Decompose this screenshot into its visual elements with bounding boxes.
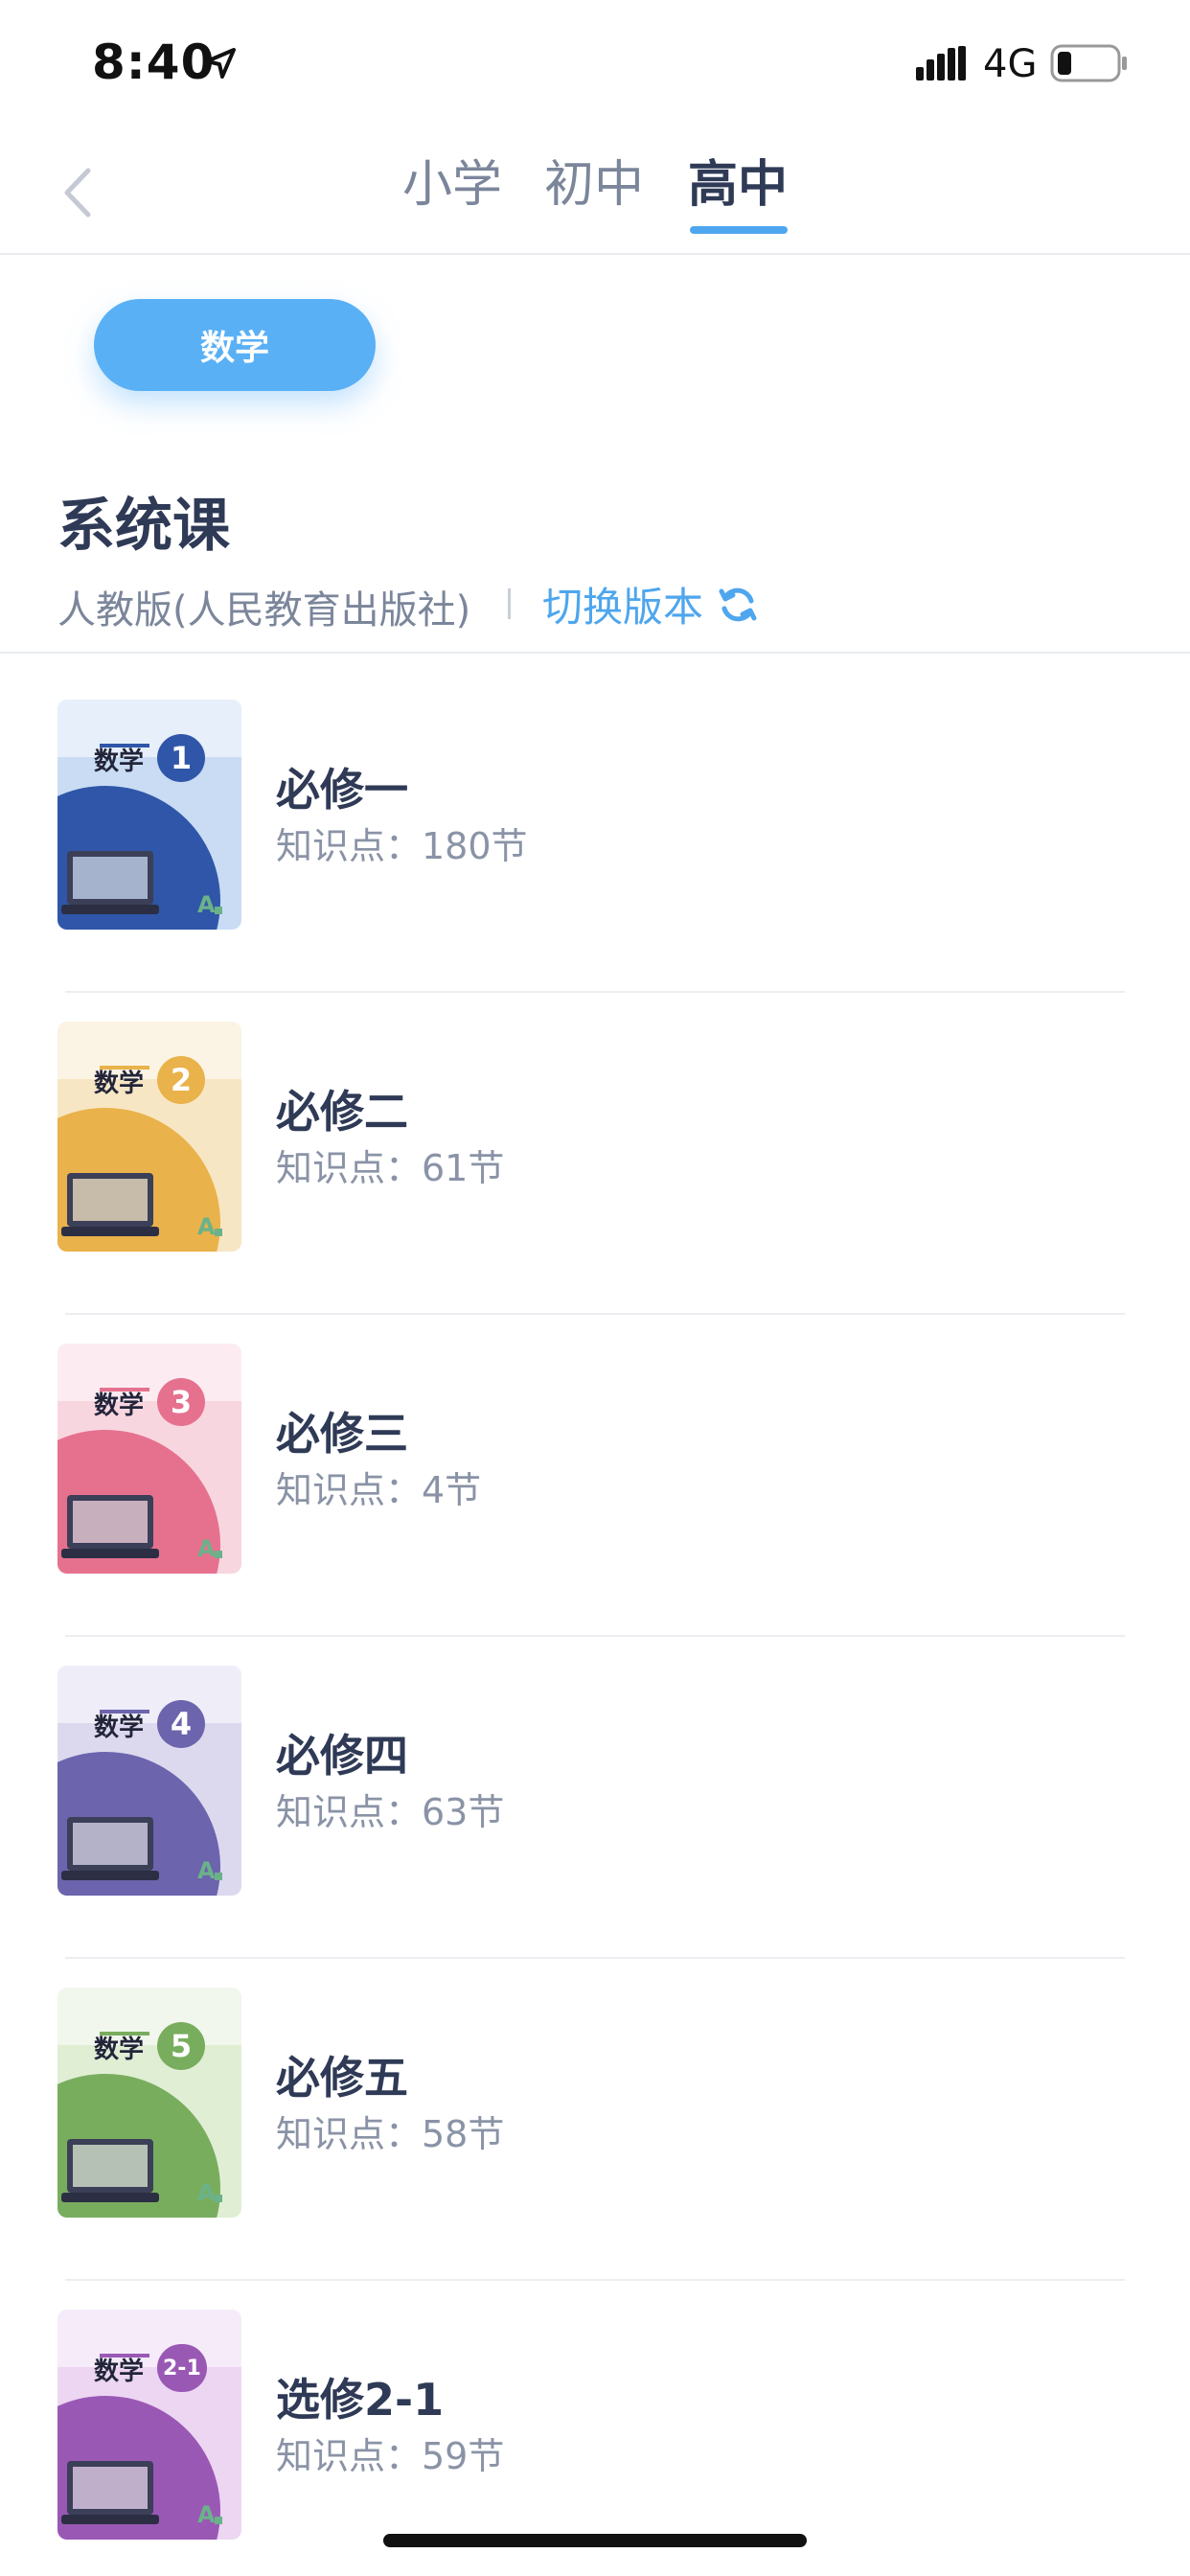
status-time: 8:40	[92, 34, 216, 90]
course-title: 必修四	[276, 1730, 408, 1782]
course-title: 必修一	[276, 764, 408, 816]
course-cover-image: 数学 3 A	[57, 1344, 241, 1574]
cover-volume-badge: 3	[157, 1378, 205, 1426]
course-row[interactable]: 数学 2 A 必修二知识点：61节	[0, 993, 1190, 1315]
tab-junior-high[interactable]: 初中	[544, 144, 644, 216]
course-knowledge-count: 知识点：4节	[276, 1469, 482, 1511]
cover-subject-label: 数学	[94, 1070, 145, 1098]
cover-subject-label: 数学	[94, 2358, 145, 2386]
network-type: 4G	[983, 42, 1038, 86]
cover-publisher-mark: A	[197, 1535, 216, 1562]
course-cover-image: 数学 1 A	[57, 700, 241, 930]
course-title: 选修2-1	[276, 2374, 445, 2426]
course-row[interactable]: 数学 1 A 必修一知识点：180节	[0, 671, 1190, 993]
course-cover-image: 数学 2 A	[57, 1022, 241, 1252]
course-title: 必修二	[276, 1086, 408, 1138]
cover-volume-badge: 5	[157, 2022, 205, 2070]
course-knowledge-count: 知识点：180节	[276, 825, 528, 867]
switch-edition-button[interactable]: 切换版本	[542, 575, 759, 633]
back-chevron-icon[interactable]	[57, 163, 98, 222]
cover-subject-label: 数学	[94, 748, 145, 776]
course-title: 必修三	[276, 1408, 408, 1460]
edition-separator	[508, 588, 511, 619]
active-tab-indicator	[690, 226, 788, 234]
status-bar: 8:40 4G	[0, 0, 1190, 125]
cover-subject-label: 数学	[94, 1392, 145, 1420]
edition-label: 人教版(人民教育出版社)	[57, 588, 471, 632]
cover-subject-label: 数学	[94, 1714, 145, 1742]
subject-chip-math[interactable]: 数学	[94, 299, 376, 391]
section-title: 系统课	[57, 493, 230, 560]
course-row[interactable]: 数学 2-1 A 选修2-1 知识点：59节	[0, 2281, 1190, 2576]
cover-volume-badge: 4	[157, 1700, 205, 1748]
cover-publisher-mark: A	[197, 2179, 216, 2206]
course-knowledge-count: 知识点：59节	[276, 2435, 505, 2477]
switch-edition-label: 切换版本	[542, 584, 704, 631]
cover-volume-badge: 2-1	[157, 2344, 207, 2392]
course-knowledge-count: 知识点：61节	[276, 1147, 505, 1189]
tab-primary-school[interactable]: 小学	[402, 144, 502, 216]
course-cover-image: 数学 5 A	[57, 1988, 241, 2218]
course-cover-image: 数学 4 A	[57, 1666, 241, 1896]
cover-subject-label: 数学	[94, 2036, 145, 2064]
refresh-icon	[719, 587, 757, 621]
course-knowledge-count: 知识点：63节	[276, 1791, 505, 1833]
cover-volume-badge: 2	[157, 1056, 205, 1104]
course-cover-image: 数学 2-1 A	[57, 2310, 241, 2540]
home-indicator	[383, 2534, 807, 2547]
signal-icon	[916, 46, 966, 80]
section-divider	[0, 652, 1190, 654]
cover-publisher-mark: A	[197, 1213, 216, 1240]
battery-icon	[1050, 44, 1127, 82]
course-row[interactable]: 数学 5 A 必修五知识点：58节	[0, 1959, 1190, 2281]
cover-publisher-mark: A	[197, 1857, 216, 1884]
top-navigation: 小学 初中 高中	[0, 125, 1190, 255]
cover-volume-badge: 1	[157, 734, 205, 782]
cover-publisher-mark: A	[197, 2501, 216, 2528]
location-arrow-icon	[205, 48, 236, 79]
tab-senior-high[interactable]: 高中	[688, 144, 788, 216]
cover-publisher-mark: A	[197, 891, 216, 918]
course-title: 必修五	[276, 2052, 408, 2104]
course-row[interactable]: 数学 4 A 必修四知识点：63节	[0, 1637, 1190, 1959]
course-knowledge-count: 知识点：58节	[276, 2113, 505, 2155]
course-row[interactable]: 数学 3 A 必修三知识点：4节	[0, 1315, 1190, 1637]
